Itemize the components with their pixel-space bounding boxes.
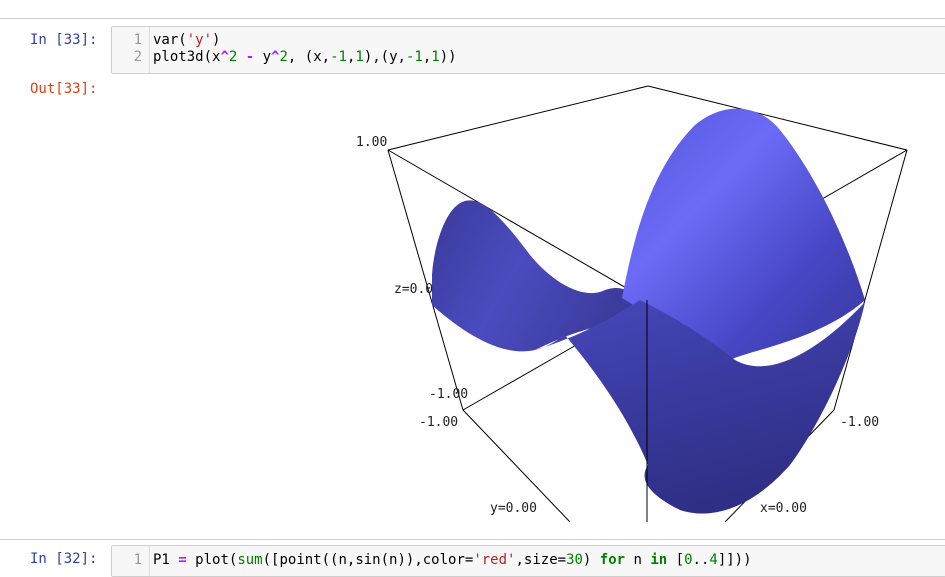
line-number: 1 [133,552,142,568]
line-number: 2 [133,49,142,65]
cell-divider [0,18,945,19]
code-line[interactable]: plot3d(x^2 - y^2, (x,-1,1),(y,-1,1)) [153,49,457,66]
x-min-label: -1.00 [840,415,879,430]
plot3d-canvas[interactable]: 1.00 z=0.0 -1.00 -1.00 -1.00 y=0.00 x=0.… [350,80,930,522]
x-axis-label: x=0.00 [760,501,807,516]
code-line[interactable]: var('y') [153,32,220,49]
input-prompt: In [33]: [30,32,98,48]
cell-divider [0,539,945,540]
z-max-label: 1.00 [356,135,387,150]
z-mid-label: z=0.0 [394,282,433,297]
y-min-label: -1.00 [419,415,458,430]
plot3d-output[interactable]: 1.00 z=0.0 -1.00 -1.00 -1.00 y=0.00 x=0.… [350,80,930,522]
line-number: 1 [133,32,142,48]
z-min-label: -1.00 [429,387,468,402]
code-input-area[interactable]: 1 2 var('y') plot3d(x^2 - y^2, (x,-1,1),… [111,26,945,74]
y-axis-label: y=0.00 [490,501,537,516]
code-input-area[interactable]: 1 P1 = plot(sum([point((n,sin(n)),color=… [111,545,945,577]
input-prompt: In [32]: [30,551,98,567]
code-line[interactable]: P1 = plot(sum([point((n,sin(n)),color='r… [153,552,752,569]
output-prompt: Out[33]: [30,81,98,97]
